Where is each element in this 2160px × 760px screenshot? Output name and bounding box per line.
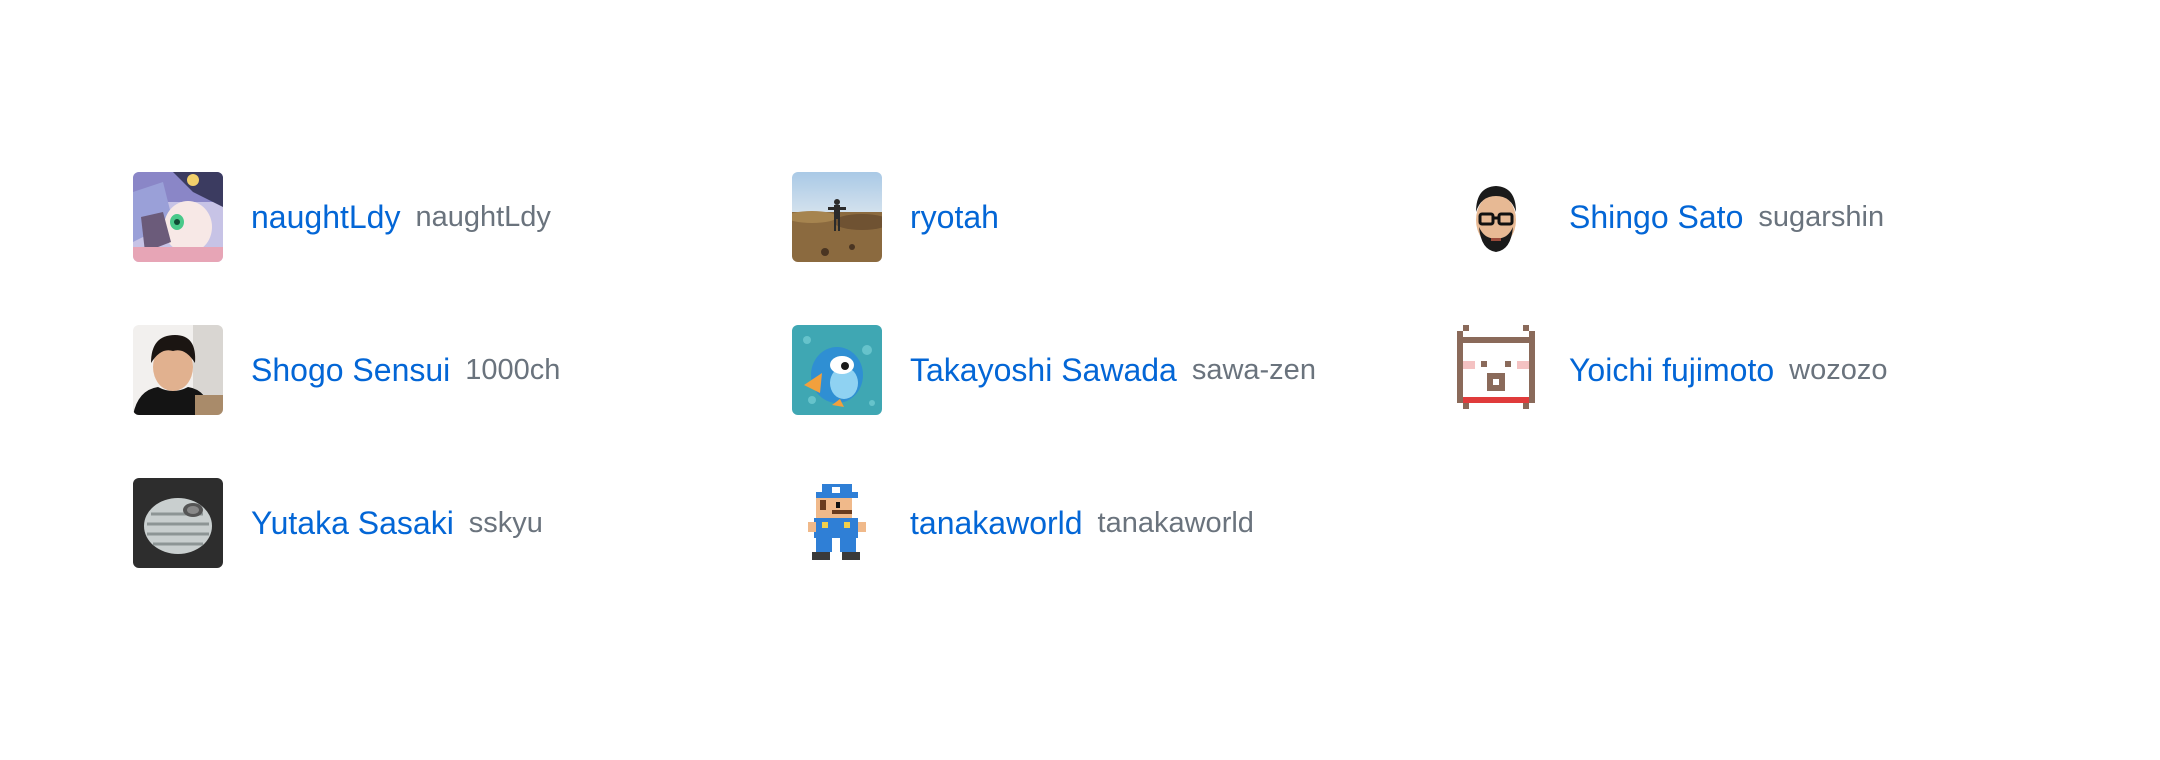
member-name[interactable]: Yoichi fujimoto (1569, 352, 1774, 389)
member-avatar[interactable] (792, 172, 882, 262)
member-login: sskyu (468, 506, 543, 539)
member-login: naughtLdy (415, 200, 551, 233)
member-item: Shogo Sensui 1000ch (133, 325, 560, 415)
member-login: tanakaworld (1097, 506, 1254, 539)
anime-avatar-icon (133, 172, 223, 262)
member-item: Yoichi fujimoto wozozo (1451, 325, 1887, 415)
member-avatar[interactable] (792, 325, 882, 415)
member-login: wozozo (1789, 353, 1888, 386)
member-item: ryotah (792, 172, 1014, 262)
blue-bird-avatar (792, 325, 882, 415)
member-name[interactable]: Shogo Sensui (251, 352, 450, 389)
member-name[interactable]: tanakaworld (910, 505, 1083, 542)
member-name[interactable]: ryotah (910, 199, 999, 236)
hot-water-bottle-avatar (133, 478, 223, 568)
member-avatar[interactable] (133, 478, 223, 568)
member-name[interactable]: Takayoshi Sawada (910, 352, 1177, 389)
member-login: sawa-zen (1191, 353, 1316, 386)
member-name[interactable]: naughtLdy (251, 199, 400, 236)
member-login: sugarshin (1758, 200, 1885, 233)
member-login: 1000ch (465, 353, 561, 386)
beach-photo-avatar (792, 172, 882, 262)
glasses-man-avatar (1451, 172, 1541, 262)
member-item: tanakaworld tanakaworld (792, 478, 1254, 568)
pixel-plumber-avatar (792, 478, 882, 568)
portrait-photo-avatar (133, 325, 223, 415)
member-item: naughtLdy naughtLdy (133, 172, 551, 262)
member-avatar[interactable] (133, 325, 223, 415)
member-avatar[interactable] (133, 172, 223, 262)
pixel-pig-avatar (1451, 325, 1541, 415)
member-item: Yutaka Sasaki sskyu (133, 478, 543, 568)
member-item: Takayoshi Sawada sawa-zen (792, 325, 1316, 415)
members-grid: naughtLdy naughtLdy ryotah Shingo Sato s… (0, 0, 2160, 760)
member-name[interactable]: Shingo Sato (1569, 199, 1743, 236)
member-item: Shingo Sato sugarshin (1451, 172, 1884, 262)
member-name[interactable]: Yutaka Sasaki (251, 505, 454, 542)
member-avatar[interactable] (1451, 325, 1541, 415)
member-avatar[interactable] (1451, 172, 1541, 262)
member-avatar[interactable] (792, 478, 882, 568)
